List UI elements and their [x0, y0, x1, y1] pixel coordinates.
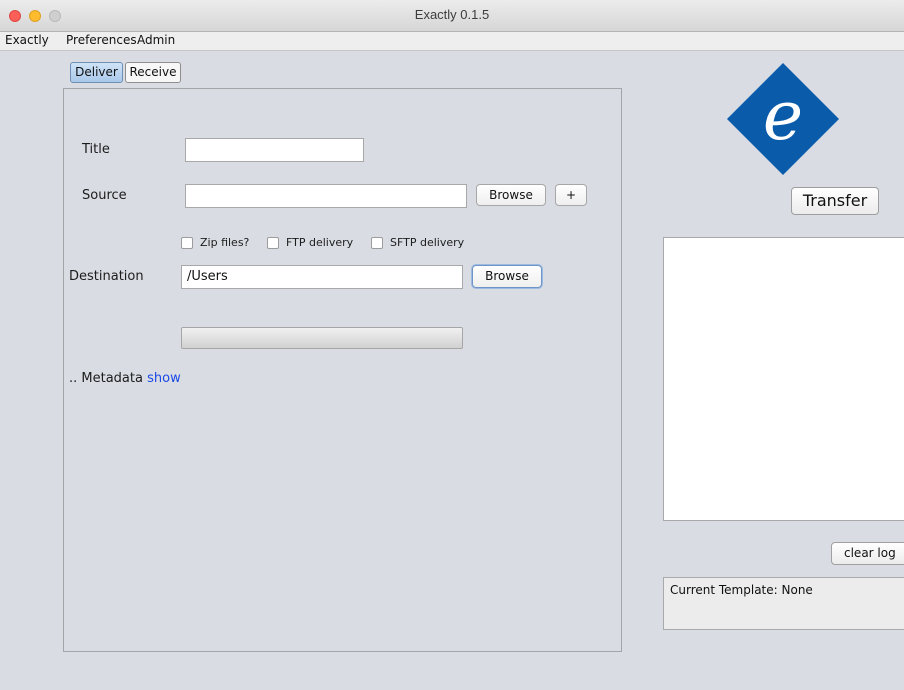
window-title: Exactly 0.1.5: [414, 7, 490, 22]
zip-files-option[interactable]: Zip files?: [181, 236, 249, 249]
log-output[interactable]: [663, 237, 904, 521]
exactly-logo: e: [727, 63, 839, 175]
sftp-delivery-option[interactable]: SFTP delivery: [371, 236, 464, 249]
ftp-delivery-label: FTP delivery: [286, 236, 354, 249]
source-label: Source: [82, 188, 127, 203]
metadata-show-link[interactable]: show: [147, 371, 181, 386]
logo-letter: e: [763, 77, 803, 156]
progress-bar: [181, 327, 463, 349]
current-template-box: Current Template: None: [663, 577, 904, 630]
destination-field[interactable]: /Users: [181, 265, 463, 289]
metadata-label: .. Metadata: [69, 371, 143, 386]
ftp-delivery-option[interactable]: FTP delivery: [267, 236, 353, 249]
menu-preferences[interactable]: Preferences: [66, 33, 137, 47]
transfer-button[interactable]: Transfer: [791, 187, 879, 215]
destination-browse-button[interactable]: Browse: [472, 265, 542, 288]
zip-files-checkbox[interactable]: [181, 236, 193, 249]
source-field[interactable]: [185, 184, 467, 208]
add-source-button[interactable]: +: [555, 184, 587, 206]
title-bar: Exactly 0.1.5: [0, 0, 904, 32]
title-label: Title: [82, 142, 110, 157]
menu-bar: Exactly Preferences Admin: [0, 32, 904, 51]
metadata-row: .. Metadata show: [69, 371, 181, 386]
clear-log-button[interactable]: clear log: [831, 542, 904, 565]
sftp-delivery-label: SFTP delivery: [390, 236, 465, 249]
deliver-panel: [63, 88, 622, 652]
menu-admin[interactable]: Admin: [137, 33, 175, 47]
zip-files-label: Zip files?: [200, 236, 250, 249]
sftp-delivery-checkbox[interactable]: [371, 236, 383, 249]
menu-exactly[interactable]: Exactly: [5, 33, 49, 47]
source-browse-button[interactable]: Browse: [476, 184, 546, 206]
title-field[interactable]: [185, 138, 364, 162]
tab-receive[interactable]: Receive: [125, 62, 181, 83]
destination-label: Destination: [69, 269, 144, 284]
tab-deliver[interactable]: Deliver: [70, 62, 123, 83]
ftp-delivery-checkbox[interactable]: [267, 236, 279, 249]
